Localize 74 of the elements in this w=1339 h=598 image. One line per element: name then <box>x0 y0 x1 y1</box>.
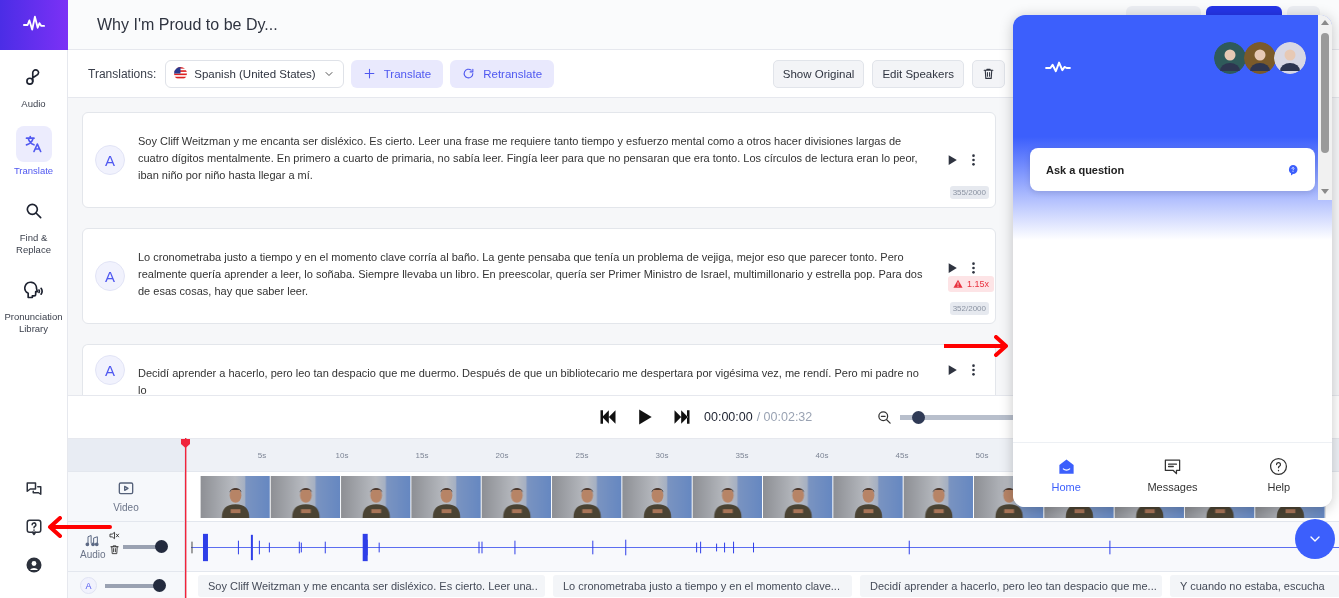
tick-label: 5s <box>257 451 267 460</box>
zoom-out-icon[interactable] <box>877 409 893 425</box>
logo-icon <box>1045 61 1071 75</box>
project-title: Why I'm Proud to be Dy... <box>97 15 278 35</box>
segment-text[interactable]: Soy Cliff Weitzman y me encanta ser disléxico. Es cierto. Leer una frase me requiere tanto tiempo y esfuerzo mental como a otros hacer divisiones largas de cuatro dígitos mentalmente. En primero a cuarto de primaria, no sabía leer. Fingía leer para que no pensaran que era tonto. Los círculos de lectura eran lo peor, iban niño por niño hasta llegar a mí. <box>138 133 928 184</box>
subtitle-clip[interactable]: Decidí aprender a hacerlo, pero leo tan despacio que me... <box>860 574 1162 597</box>
ask-question-label: Ask a question <box>1046 163 1125 176</box>
help-icon[interactable] <box>24 518 43 536</box>
slider-thumb[interactable] <box>911 410 925 424</box>
retranslate-button[interactable]: Retranslate <box>450 59 555 88</box>
delete-button[interactable] <box>972 59 1005 88</box>
skip-forward-icon[interactable] <box>672 407 692 427</box>
language-dropdown[interactable]: Spanish (United States) <box>165 59 344 88</box>
play-icon[interactable] <box>946 363 959 377</box>
track-label: Video <box>113 501 139 513</box>
skip-back-icon[interactable] <box>598 407 618 427</box>
avatar <box>1274 42 1306 74</box>
speaker-avatar[interactable]: A <box>95 261 125 291</box>
character-count: 355/2000 <box>949 186 989 199</box>
muted-speaker-icon[interactable] <box>108 530 120 541</box>
tick-label: 40s <box>815 451 829 460</box>
toolbar-button[interactable]: Edit Speakers <box>872 59 964 88</box>
translate-icon[interactable] <box>23 134 44 154</box>
video-icon[interactable] <box>117 480 135 497</box>
tick-label: 20s <box>495 451 509 460</box>
tick-label: 10s <box>335 451 349 460</box>
translate-button[interactable]: Translate <box>350 59 444 88</box>
speaker-avatar[interactable]: A <box>80 577 97 594</box>
speaker-avatar[interactable]: A <box>95 355 125 385</box>
home-icon[interactable] <box>1056 457 1076 476</box>
sidebar-label[interactable]: Pronunciation Library <box>2 311 65 335</box>
trash-icon[interactable] <box>108 544 120 555</box>
chat-bubbles-icon[interactable] <box>24 480 43 498</box>
speed-warning-badge: 1.15x <box>948 275 995 292</box>
character-count: 352/2000 <box>949 302 989 315</box>
warning-icon <box>953 278 963 289</box>
segment-text[interactable]: Lo cronometraba justo a tiempo y en el momento clave corría al baño. La gente pensaba que tenía un problema de vejiga, mejor eso que parecer tonto. Pero realmente quería aprender a leer, lo soñaba. Siempre llevaba un libro. En preescolar, quería ser Primer Ministro de Israel, multimillonario y estrella pop. Para dos de esas cosas, hay que saber leer. <box>138 249 928 300</box>
toolbar-button[interactable]: Show Original <box>772 59 865 88</box>
annotation-arrow <box>46 516 112 538</box>
tick-label: 45s <box>895 451 909 460</box>
total-duration: / 00:02:32 <box>756 410 813 424</box>
ask-question-field[interactable]: Ask a question <box>1030 148 1315 191</box>
segment-text[interactable]: Decidí aprender a hacerlo, pero leo tan despacio que me duermo. Después de que un bibliotecario me despertara por vigésima vez, me rendí. Pero mi padre no lo <box>138 365 928 395</box>
trash-icon <box>982 67 995 80</box>
tick-label: 25s <box>575 451 589 460</box>
head-sound-icon[interactable] <box>23 280 44 300</box>
translations-label: Translations: <box>88 66 157 81</box>
tick-label: 35s <box>735 451 749 460</box>
current-time: 00:00:00 <box>704 410 753 424</box>
subtitle-clip[interactable]: Lo cronometraba justo a tiempo y en el momento clave... <box>553 574 852 597</box>
subtitle-clip[interactable]: Y cuando no estaba, escucha <box>1170 574 1339 597</box>
sidebar-label[interactable]: Find & Replace <box>2 232 65 256</box>
slider-thumb[interactable] <box>153 579 166 592</box>
plus-icon <box>362 67 376 80</box>
messages-icon[interactable] <box>1163 457 1182 476</box>
selected-tool-background[interactable] <box>15 126 52 162</box>
tick-label: 50s <box>975 451 989 460</box>
slider-thumb[interactable] <box>154 540 168 553</box>
account-icon[interactable] <box>24 556 43 574</box>
avatar <box>1244 42 1276 74</box>
question-icon <box>1287 163 1299 176</box>
us-flag-icon <box>174 67 188 80</box>
tick-label: 15s <box>415 451 429 460</box>
play-icon[interactable] <box>946 153 959 167</box>
sidebar-label[interactable]: Translate <box>2 165 65 177</box>
tick-label: 30s <box>655 451 669 460</box>
avatar <box>1214 42 1246 74</box>
help-icon[interactable] <box>1269 457 1289 476</box>
speaker-avatar[interactable]: A <box>95 145 125 175</box>
track-label: Audio <box>80 549 106 560</box>
playhead[interactable] <box>181 438 190 598</box>
sidebar-label[interactable]: Audio <box>2 98 65 110</box>
subtitle-clip[interactable]: Soy Cliff Weitzman y me encanta ser disléxico. Es cierto. Leer una.. <box>198 574 545 597</box>
refresh-icon <box>462 67 476 80</box>
